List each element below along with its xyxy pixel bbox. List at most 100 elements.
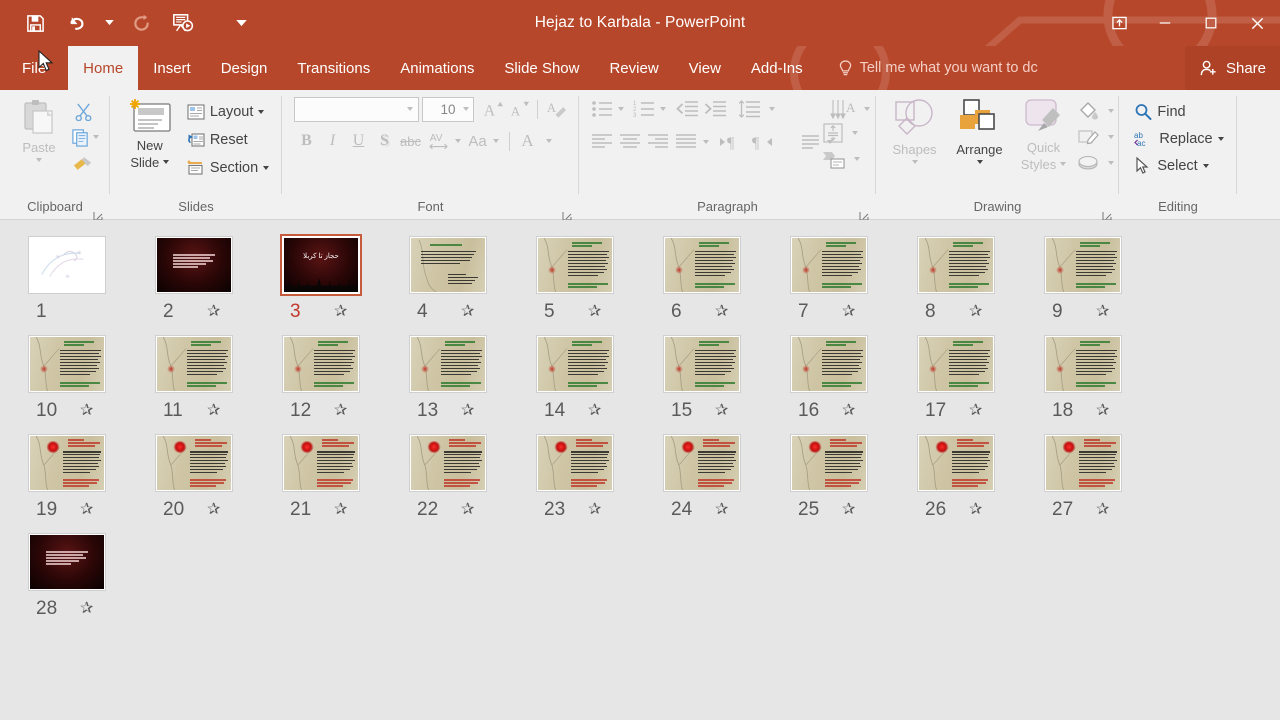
slide-thumbnail-2[interactable] [153, 234, 235, 296]
animation-indicator-icon[interactable]: ✰ [461, 304, 474, 320]
slide-thumbnail-26[interactable] [915, 432, 997, 494]
animation-indicator-icon[interactable]: ✰ [842, 403, 855, 419]
find-button[interactable]: Find [1129, 98, 1190, 125]
arrange-button[interactable]: Arrange [946, 96, 1014, 164]
slide-sorter-pane[interactable]: ✳ ✳ ✳ 1 2 ✰ حجاز تا کربلا 3 ✰ 4 ✰ 5 ✰ 6 ✰ 7 ✰ 8 ✰ 9 ✰ 10 ✰ 11 ✰ 1… [0, 220, 1280, 720]
animation-indicator-icon[interactable]: ✰ [969, 304, 982, 320]
undo-dropdown-icon[interactable] [98, 6, 120, 40]
layout-button[interactable]: Layout [182, 98, 274, 125]
rtl-button[interactable]: ¶ [747, 129, 777, 155]
slide-thumbnail-15[interactable] [661, 333, 743, 395]
shape-effects-dropdown-icon[interactable] [1107, 161, 1114, 165]
animation-indicator-icon[interactable]: ✰ [715, 403, 728, 419]
slide-thumbnail-cell[interactable]: 28 ✰ [26, 531, 153, 620]
shape-effects-button[interactable] [1074, 150, 1102, 176]
slide-thumbnail-17[interactable] [915, 333, 997, 395]
slide-thumbnail-25[interactable] [788, 432, 870, 494]
character-spacing-button[interactable]: AV [424, 128, 454, 154]
center-button[interactable] [616, 129, 644, 155]
format-painter-button[interactable] [67, 150, 99, 176]
font-name-input[interactable] [293, 96, 419, 122]
tab-add-ins[interactable]: Add-Ins [736, 46, 818, 90]
undo-icon[interactable] [56, 6, 98, 40]
tab-animations[interactable]: Animations [385, 46, 489, 90]
font-size-dropdown-icon[interactable] [459, 107, 473, 111]
slide-thumbnail-cell[interactable]: 4 ✰ [407, 234, 534, 323]
font-size-input[interactable]: 10 [421, 96, 474, 122]
change-case-dropdown-icon[interactable] [492, 139, 499, 143]
slide-thumbnail-cell[interactable]: 5 ✰ [534, 234, 661, 323]
slide-thumbnail-12[interactable] [280, 333, 362, 395]
copy-button[interactable] [67, 124, 93, 150]
slide-thumbnail-cell[interactable]: 18 ✰ [1042, 333, 1169, 422]
slide-thumbnail-11[interactable] [153, 333, 235, 395]
bullets-dropdown-icon[interactable] [617, 107, 624, 111]
tab-slide-show[interactable]: Slide Show [489, 46, 594, 90]
font-color-button[interactable]: A [515, 128, 541, 154]
ltr-button[interactable]: ¶ [717, 129, 747, 155]
animation-indicator-icon[interactable]: ✰ [588, 502, 601, 518]
animation-indicator-icon[interactable]: ✰ [461, 403, 474, 419]
animation-indicator-icon[interactable]: ✰ [80, 601, 93, 617]
line-spacing-dropdown-icon[interactable] [768, 107, 775, 111]
align-right-button[interactable] [644, 129, 672, 155]
align-text-button[interactable] [819, 120, 847, 146]
decrease-font-size-button[interactable]: A [506, 96, 532, 122]
text-direction-button[interactable]: A [827, 96, 861, 122]
text-shadow-button[interactable]: S [372, 128, 398, 154]
slide-thumbnail-27[interactable] [1042, 432, 1124, 494]
slide-thumbnail-6[interactable] [661, 234, 743, 296]
animation-indicator-icon[interactable]: ✰ [334, 403, 347, 419]
bold-button[interactable]: B [294, 128, 320, 154]
slide-thumbnail-cell[interactable]: حجاز تا کربلا 3 ✰ [280, 234, 407, 323]
slide-thumbnail-28[interactable] [26, 531, 108, 593]
animation-indicator-icon[interactable]: ✰ [588, 304, 601, 320]
slide-thumbnail-cell[interactable]: 27 ✰ [1042, 432, 1169, 521]
justify-button[interactable] [672, 129, 700, 155]
tab-home[interactable]: Home [68, 46, 139, 90]
slide-thumbnail-cell[interactable]: 12 ✰ [280, 333, 407, 422]
slide-thumbnail-cell[interactable]: 10 ✰ [26, 333, 153, 422]
animation-indicator-icon[interactable]: ✰ [588, 403, 601, 419]
slide-thumbnail-cell[interactable]: 15 ✰ [661, 333, 788, 422]
slide-thumbnail-cell[interactable]: 16 ✰ [788, 333, 915, 422]
slide-thumbnail-5[interactable] [534, 234, 616, 296]
new-slide-dropdown-icon[interactable] [163, 159, 170, 164]
font-color-dropdown-icon[interactable] [545, 139, 552, 143]
cut-button[interactable] [67, 98, 99, 124]
arrange-dropdown-icon[interactable] [976, 160, 983, 164]
animation-indicator-icon[interactable]: ✰ [207, 502, 220, 518]
reset-button[interactable]: Reset [182, 126, 274, 153]
animation-indicator-icon[interactable]: ✰ [842, 304, 855, 320]
animation-indicator-icon[interactable]: ✰ [1096, 502, 1109, 518]
animation-indicator-icon[interactable]: ✰ [461, 502, 474, 518]
tell-me-search[interactable]: Tell me what you want to dc [838, 46, 1038, 90]
slide-thumbnail-cell[interactable]: 11 ✰ [153, 333, 280, 422]
slide-thumbnail-cell[interactable]: 25 ✰ [788, 432, 915, 521]
save-icon[interactable] [14, 6, 56, 40]
minimize-icon[interactable] [1142, 0, 1188, 46]
strikethrough-button[interactable]: abc [398, 128, 424, 154]
quick-styles-button[interactable]: Quick Styles [1014, 96, 1074, 172]
paste-dropdown-icon[interactable] [36, 158, 42, 162]
change-case-button[interactable]: Aa [465, 128, 491, 154]
numbering-dropdown-icon[interactable] [659, 107, 666, 111]
slide-thumbnail-19[interactable] [26, 432, 108, 494]
animation-indicator-icon[interactable]: ✰ [80, 502, 93, 518]
slide-thumbnail-cell[interactable]: ✳ ✳ ✳ 1 [26, 234, 153, 323]
section-dropdown-icon[interactable] [263, 165, 270, 170]
slide-thumbnail-1[interactable]: ✳ ✳ ✳ [26, 234, 108, 296]
slide-thumbnail-8[interactable] [915, 234, 997, 296]
shape-fill-button[interactable] [1074, 98, 1102, 124]
slide-thumbnail-cell[interactable]: 23 ✰ [534, 432, 661, 521]
animation-indicator-icon[interactable]: ✰ [1096, 403, 1109, 419]
animation-indicator-icon[interactable]: ✰ [207, 403, 220, 419]
slide-thumbnail-cell[interactable]: 17 ✰ [915, 333, 1042, 422]
animation-indicator-icon[interactable]: ✰ [80, 403, 93, 419]
redo-icon[interactable] [120, 6, 162, 40]
shape-outline-dropdown-icon[interactable] [1107, 135, 1114, 139]
slide-thumbnail-cell[interactable]: 26 ✰ [915, 432, 1042, 521]
paste-button[interactable]: Paste [11, 96, 67, 162]
customize-quick-access-toolbar-icon[interactable] [230, 6, 252, 40]
bullets-button[interactable] [588, 96, 616, 122]
